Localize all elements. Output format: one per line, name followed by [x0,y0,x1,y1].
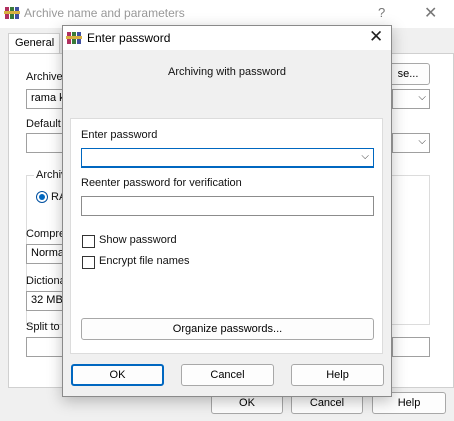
reenter-password-input[interactable] [81,196,374,216]
tab-general[interactable]: General [8,33,60,54]
organize-passwords-button[interactable]: Organize passwords... [81,318,374,340]
dialog-title: Enter password [87,31,171,45]
winrar-app-icon [4,7,20,19]
bg-close-icon[interactable]: ✕ [424,3,437,23]
encrypt-file-names-label: Encrypt file names [99,255,190,267]
bg-rar-radio[interactable] [36,191,48,203]
bg-window-title: Archive name and parameters [24,6,185,20]
dialog-titlebar: Enter password ✕ [63,26,391,50]
show-password-checkbox[interactable] [82,235,95,248]
cancel-button[interactable]: Cancel [181,364,274,386]
encrypt-file-names-checkbox[interactable] [82,256,95,269]
chevron-down-icon[interactable]: ⌵ [361,151,369,162]
bg-profile-field[interactable] [26,133,66,153]
bg-split-field[interactable] [26,337,66,357]
enter-password-label: Enter password [81,129,158,141]
bg-compression-label: Compre [26,228,66,240]
ok-button[interactable]: OK [71,364,164,386]
bg-help-icon[interactable]: ? [378,5,385,20]
password-panel: Enter password ⌵ Reenter password for ve… [70,118,383,354]
close-icon[interactable]: ✕ [369,27,383,47]
bg-default-label: Default [26,118,61,130]
bg-archive-name-dropdown[interactable]: ⌵ [392,89,430,109]
chevron-down-icon: ⌵ [418,92,426,103]
reenter-password-label: Reenter password for verification [81,177,242,189]
bg-split-unit-dropdown[interactable] [392,337,430,357]
help-button[interactable]: Help [291,364,384,386]
bg-dictionary-dropdown[interactable]: 32 MB [26,291,66,311]
bg-update-mode-dropdown[interactable]: ⌵ [392,133,430,153]
bg-titlebar: Archive name and parameters ? ✕ [0,0,454,28]
bg-compression-dropdown[interactable]: Normal [26,244,66,264]
bg-dictionary-label: Dictiona [26,275,66,287]
show-password-label: Show password [99,234,177,246]
winrar-app-icon [66,32,82,44]
dialog-subtitle: Archiving with password [168,66,286,78]
chevron-down-icon: ⌵ [418,136,426,147]
bg-browse-button[interactable]: se... [386,63,430,85]
enter-password-dialog: Enter password ✕ Archiving with password… [62,25,392,397]
enter-password-input[interactable]: ⌵ [81,148,374,168]
bg-split-label: Split to [26,321,60,333]
bg-archive-label: Archive [26,71,63,83]
